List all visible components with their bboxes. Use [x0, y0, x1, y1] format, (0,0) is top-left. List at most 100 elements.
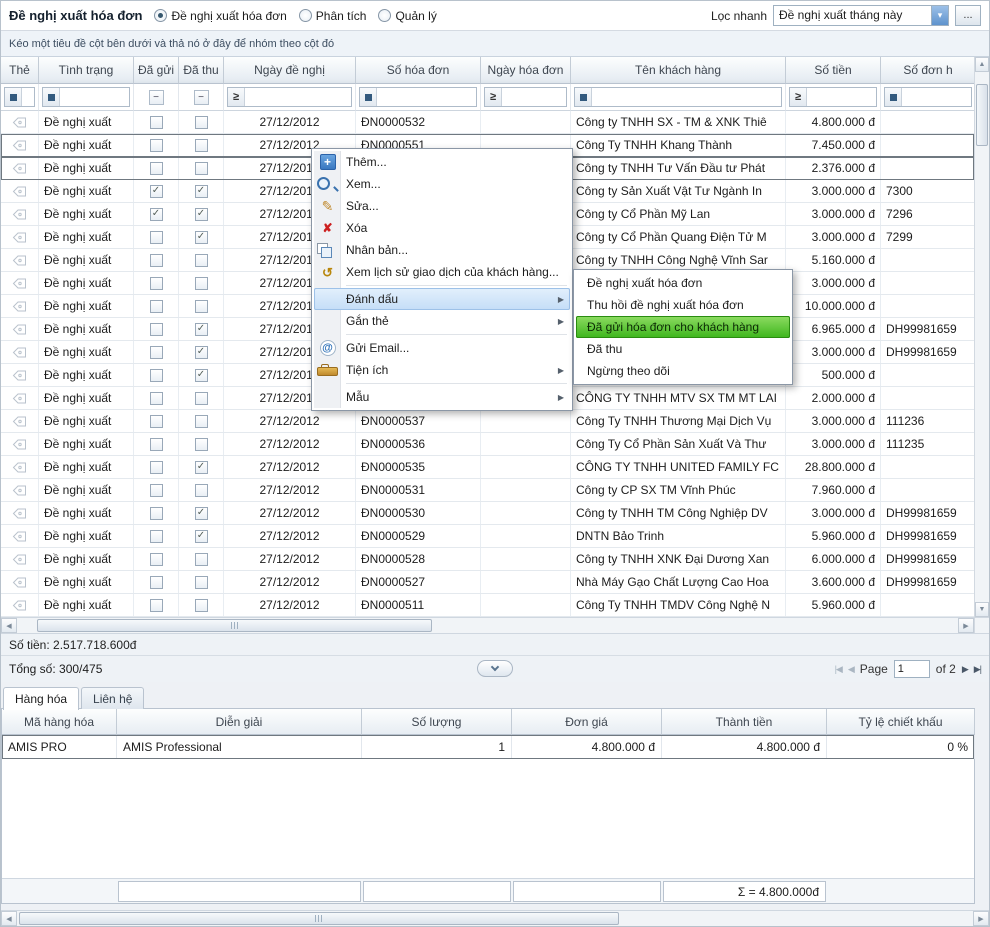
detail-tab[interactable]: Liên hệ [81, 687, 144, 709]
received-checkbox[interactable] [195, 576, 208, 589]
received-checkbox[interactable] [195, 415, 208, 428]
context-menu-item[interactable]: Tiện ích▶ [314, 359, 570, 381]
column-header[interactable]: Đã gửi [134, 57, 179, 84]
filter-input[interactable] [4, 87, 35, 107]
filter-checkbox[interactable]: − [194, 90, 209, 105]
received-checkbox[interactable]: ✓ [195, 323, 208, 336]
bottom-scrollbar[interactable]: ◀ ▶ [1, 910, 989, 926]
filter-input[interactable] [42, 87, 130, 107]
submenu-item[interactable]: Đề nghị xuất hóa đơn [576, 272, 790, 294]
sent-checkbox[interactable] [150, 599, 163, 612]
submenu-item[interactable]: Thu hồi đề nghị xuất hóa đơn [576, 294, 790, 316]
filter-checkbox[interactable]: − [149, 90, 164, 105]
view-mode-radio[interactable]: Quản lý [378, 9, 436, 23]
view-mode-radio[interactable]: Đề nghị xuất hóa đơn [154, 9, 286, 23]
detail-column-header[interactable]: Thành tiền [662, 709, 827, 735]
filter-menu-icon[interactable] [43, 88, 60, 106]
table-row[interactable]: Đề nghị xuất27/12/2012ĐN0000531Công ty C… [1, 479, 974, 502]
column-header[interactable]: Số tiền [786, 57, 881, 84]
horizontal-scroll-track[interactable] [17, 618, 958, 633]
scroll-right-icon[interactable]: ▶ [973, 911, 989, 926]
table-row[interactable]: Đề nghị xuất27/12/2012ĐN0000536Công Ty C… [1, 433, 974, 456]
filter-input[interactable] [574, 87, 782, 107]
greater-equal-filter-icon[interactable]: ≥ [485, 88, 502, 106]
view-mode-radio[interactable]: Phân tích [299, 9, 367, 23]
table-row[interactable]: Đề nghị xuất✓27/12/2012ĐN0000530Công ty … [1, 502, 974, 525]
horizontal-scroll-thumb[interactable] [37, 619, 432, 632]
context-menu-item[interactable]: Xem... [314, 173, 570, 195]
quick-filter-combobox[interactable]: Đề nghị xuất tháng này ▾ [773, 5, 949, 26]
column-header[interactable]: Tình trạng [39, 57, 134, 84]
scroll-right-icon[interactable]: ▶ [958, 618, 974, 633]
filter-input[interactable] [359, 87, 477, 107]
sent-checkbox[interactable] [150, 231, 163, 244]
collapse-panel-button[interactable] [477, 660, 513, 677]
sent-checkbox[interactable] [150, 254, 163, 267]
filter-menu-icon[interactable] [885, 88, 902, 106]
received-checkbox[interactable] [195, 139, 208, 152]
received-checkbox[interactable] [195, 599, 208, 612]
filter-more-button[interactable]: ... [955, 5, 981, 26]
table-row[interactable]: Đề nghị xuất✓27/12/2012ĐN0000535CÔNG TY … [1, 456, 974, 479]
sent-checkbox[interactable] [150, 507, 163, 520]
scroll-down-icon[interactable]: ▼ [975, 602, 989, 617]
scroll-left-icon[interactable]: ◀ [1, 618, 17, 633]
sent-checkbox[interactable] [150, 346, 163, 359]
context-menu-item[interactable]: Xem lịch sử giao dịch của khách hàng... [314, 261, 570, 283]
detail-row[interactable]: AMIS PROAMIS Professional14.800.000 đ4.8… [2, 735, 974, 759]
last-page-button[interactable]: ▶| [974, 665, 981, 674]
sent-checkbox[interactable] [150, 484, 163, 497]
greater-equal-filter-icon[interactable]: ≥ [790, 88, 807, 106]
vertical-scroll-thumb[interactable] [976, 84, 988, 146]
vertical-scroll-track[interactable] [975, 72, 989, 602]
sent-checkbox[interactable] [150, 415, 163, 428]
sent-checkbox[interactable] [150, 530, 163, 543]
submenu-item[interactable]: Đã gửi hóa đơn cho khách hàng [576, 316, 790, 338]
detail-tab[interactable]: Hàng hóa [3, 687, 79, 710]
next-page-button[interactable]: ▶ [962, 665, 968, 674]
filter-menu-icon[interactable] [5, 88, 22, 106]
sent-checkbox[interactable] [150, 553, 163, 566]
column-header[interactable]: Đã thu [179, 57, 224, 84]
detail-column-header[interactable]: Đơn giá [512, 709, 662, 735]
page-input[interactable] [894, 660, 930, 678]
received-checkbox[interactable]: ✓ [195, 185, 208, 198]
sent-checkbox[interactable] [150, 162, 163, 175]
sent-checkbox[interactable]: ✓ [150, 208, 163, 221]
received-checkbox[interactable] [195, 116, 208, 129]
context-menu-item[interactable]: Xóa [314, 217, 570, 239]
greater-equal-filter-icon[interactable]: ≥ [228, 88, 245, 106]
detail-column-header[interactable]: Số lượng [362, 709, 512, 735]
column-header[interactable]: Số hóa đơn [356, 57, 481, 84]
table-row[interactable]: Đề nghị xuất27/12/2012ĐN0000511Công Ty T… [1, 594, 974, 617]
sent-checkbox[interactable] [150, 369, 163, 382]
bottom-scroll-track[interactable] [17, 911, 973, 926]
prev-page-button[interactable]: ◀ [848, 665, 854, 674]
received-checkbox[interactable] [195, 392, 208, 405]
context-menu-item[interactable]: Sửa... [314, 195, 570, 217]
received-checkbox[interactable] [195, 438, 208, 451]
scroll-left-icon[interactable]: ◀ [1, 911, 17, 926]
table-row[interactable]: Đề nghị xuất27/12/2012ĐN0000537Công Ty T… [1, 410, 974, 433]
horizontal-scrollbar[interactable]: ◀ ▶ [1, 617, 989, 633]
column-header[interactable]: Tên khách hàng [571, 57, 786, 84]
received-checkbox[interactable]: ✓ [195, 530, 208, 543]
column-header[interactable]: Số đơn h [881, 57, 976, 84]
sent-checkbox[interactable]: ✓ [150, 185, 163, 198]
detail-column-header[interactable]: Mã hàng hóa [2, 709, 117, 735]
column-header[interactable]: Thẻ [1, 57, 39, 84]
received-checkbox[interactable] [195, 553, 208, 566]
detail-column-header[interactable]: Diễn giải [117, 709, 362, 735]
scroll-up-icon[interactable]: ▲ [975, 57, 989, 72]
sent-checkbox[interactable] [150, 277, 163, 290]
received-checkbox[interactable] [195, 484, 208, 497]
submenu-item[interactable]: Ngừng theo dõi [576, 360, 790, 382]
received-checkbox[interactable]: ✓ [195, 208, 208, 221]
sent-checkbox[interactable] [150, 461, 163, 474]
context-menu-item[interactable]: Đánh dấu▶ [314, 288, 570, 310]
sent-checkbox[interactable] [150, 392, 163, 405]
sent-checkbox[interactable] [150, 139, 163, 152]
submenu-item[interactable]: Đã thu [576, 338, 790, 360]
received-checkbox[interactable]: ✓ [195, 507, 208, 520]
chevron-down-icon[interactable]: ▾ [931, 6, 948, 25]
